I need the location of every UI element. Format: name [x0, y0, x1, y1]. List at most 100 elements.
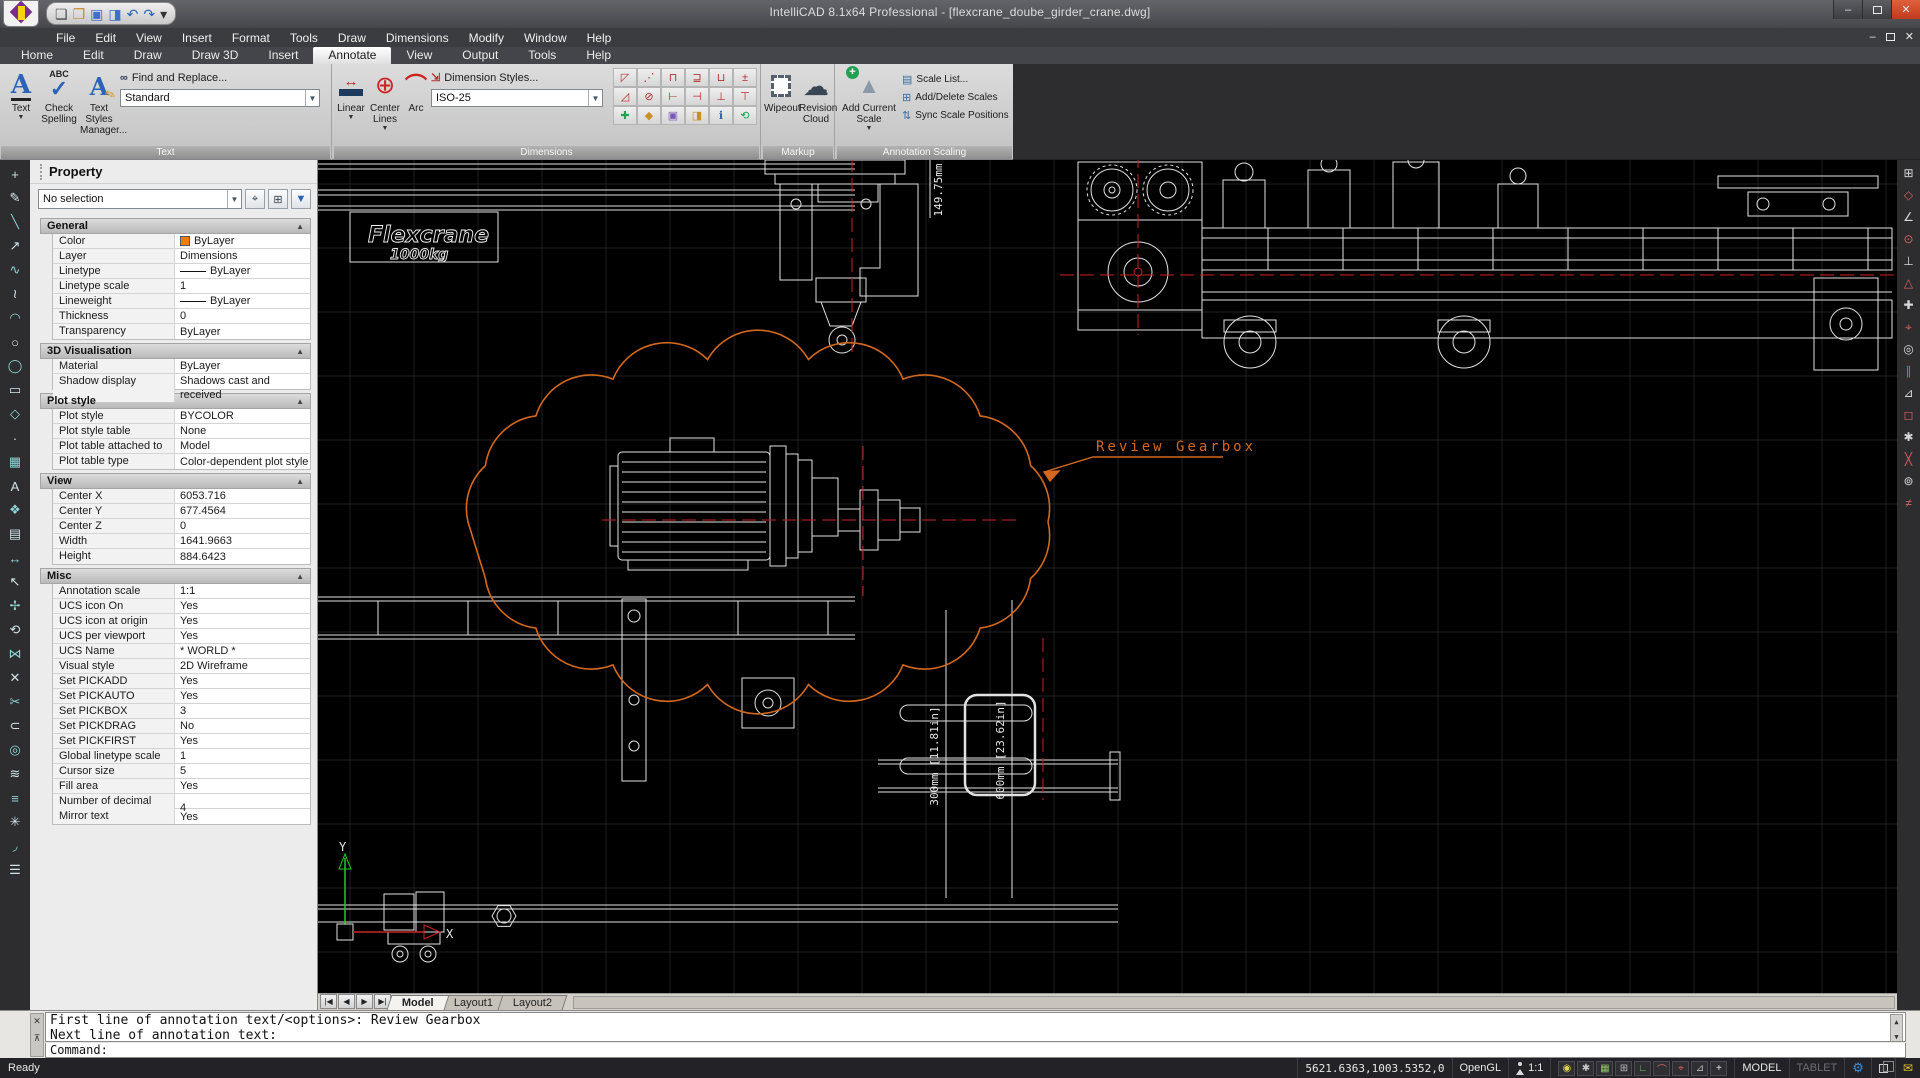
property-value[interactable]: 0	[175, 519, 310, 533]
prev-layout-button[interactable]: ◀	[338, 994, 355, 1009]
hatch-tool-icon[interactable]: ▦	[3, 450, 27, 474]
scroll-up-icon[interactable]: ▲	[1891, 1015, 1902, 1030]
ribbon-tab-draw[interactable]: Draw	[119, 47, 177, 64]
revision-cloud-button[interactable]: ☁RevisionCloud	[799, 67, 833, 145]
mdi-minimize-button[interactable]: –	[1870, 31, 1876, 43]
panel-grip-icon[interactable]	[40, 164, 43, 180]
property-value[interactable]: BYCOLOR	[175, 409, 310, 423]
annotation-scale-display[interactable]: 1:1	[1508, 1058, 1550, 1078]
text-button[interactable]: AText▼	[4, 67, 38, 145]
model-space-toggle[interactable]: MODEL	[1734, 1058, 1788, 1078]
dim-tool-angular[interactable]: ◿	[613, 87, 637, 106]
dimension-style-combo[interactable]: ISO-25 ▼	[431, 89, 603, 107]
sync-scale-positions-button[interactable]: ⇅Sync Scale Positions	[902, 106, 1012, 124]
snap-toggle[interactable]: ▦	[1596, 1061, 1613, 1076]
snap-node-icon[interactable]: ◎	[1899, 338, 1919, 360]
snap-plus-icon[interactable]: ✚	[1899, 294, 1919, 316]
dim-tool-baseline[interactable]: ⊓	[661, 68, 685, 87]
ortho-toggle[interactable]: ∟	[1634, 1061, 1651, 1076]
text-styles-manager-button[interactable]: A✎Text StylesManager...	[80, 67, 118, 145]
polyline-tool-icon[interactable]: ∿	[3, 258, 27, 282]
tablet-toggle[interactable]: TABLET	[1789, 1058, 1845, 1078]
dimension-tool-icon[interactable]: ↔	[3, 546, 27, 570]
mail-button[interactable]: ✉	[1895, 1058, 1920, 1078]
wipeout-button[interactable]: Wipeout	[764, 67, 798, 145]
pointer-tool-icon[interactable]: +	[3, 162, 27, 186]
line-tool-icon[interactable]: ╲	[3, 210, 27, 234]
property-value[interactable]: 5	[175, 764, 310, 778]
mdi-close-button[interactable]: ✕	[1905, 30, 1914, 43]
property-panel-header[interactable]: Property	[30, 160, 317, 184]
renderer-display[interactable]: OpenGL	[1452, 1058, 1509, 1078]
snap-midpoint-icon[interactable]: ◇	[1899, 184, 1919, 206]
snap-center-icon[interactable]: ⊙	[1899, 228, 1919, 250]
text-tool-icon[interactable]: A	[3, 474, 27, 498]
property-value[interactable]: Yes	[175, 734, 310, 748]
property-value[interactable]: Yes	[175, 674, 310, 688]
ribbon-tab-view[interactable]: View	[391, 47, 447, 64]
property-value[interactable]: Yes	[175, 689, 310, 703]
scroll-down-icon[interactable]: ▼	[1891, 1030, 1902, 1042]
scale-list-button[interactable]: ▤Scale List...	[902, 70, 1012, 88]
ribbon-tab-home[interactable]: Home	[6, 47, 68, 64]
coordinates-display[interactable]: 5621.6363,1003.5352,0	[1297, 1058, 1451, 1078]
polar-tracking-toggle[interactable]: ⌒	[1653, 1061, 1670, 1076]
property-value[interactable]: ByLayer	[175, 234, 310, 248]
ellipse-tool-icon[interactable]: ◯	[3, 354, 27, 378]
command-scrollbar[interactable]: ▲▼	[1890, 1014, 1903, 1042]
move-tool-icon[interactable]: ✢	[3, 594, 27, 618]
clean-screen-button[interactable]	[1871, 1058, 1895, 1078]
quick-select-button[interactable]: ⊞	[268, 189, 288, 209]
rectangle-tool-icon[interactable]: ▭	[3, 378, 27, 402]
menu-item-draw[interactable]: Draw	[328, 30, 376, 46]
property-value[interactable]: Color-dependent plot style	[175, 454, 310, 469]
ribbon-tab-annotate[interactable]: Annotate	[313, 47, 391, 64]
menu-item-dimensions[interactable]: Dimensions	[376, 30, 459, 46]
property-value[interactable]: Yes	[175, 629, 310, 643]
drawing-canvas[interactable]: Flexcrane 1000kg 149.75mm 300mm [11.81in…	[318, 160, 1897, 993]
select-entities-button[interactable]: ⌖	[245, 189, 265, 209]
section-header[interactable]: View▲	[40, 473, 311, 489]
property-value[interactable]: Yes	[175, 614, 310, 628]
trim-tool-icon[interactable]: ✂	[3, 690, 27, 714]
rotate-tool-icon[interactable]: ⟲	[3, 618, 27, 642]
dim-tool-edit-text[interactable]: ▣	[661, 106, 685, 125]
ray-tool-icon[interactable]: ↗	[3, 234, 27, 258]
snap-parallel-icon[interactable]: ∥	[1899, 360, 1919, 382]
menu-item-insert[interactable]: Insert	[172, 30, 222, 46]
menu-item-view[interactable]: View	[126, 30, 172, 46]
menu-item-file[interactable]: File	[46, 30, 85, 46]
pan-tool-icon[interactable]: ≋	[3, 762, 27, 786]
ribbon-tab-draw-3d[interactable]: Draw 3D	[177, 47, 254, 64]
ribbon-tab-insert[interactable]: Insert	[253, 47, 313, 64]
section-header[interactable]: General▲	[40, 218, 311, 234]
dim-tool-jogged[interactable]: ⊣	[685, 87, 709, 106]
layout-tab-layout2[interactable]: Layout2	[498, 995, 568, 1010]
offset-tool-icon[interactable]: ⊂	[3, 714, 27, 738]
menu-item-help[interactable]: Help	[577, 30, 622, 46]
ribbon-tab-edit[interactable]: Edit	[68, 47, 119, 64]
property-value[interactable]: ByLayer	[175, 324, 310, 339]
property-value[interactable]: Dimensions	[175, 249, 310, 263]
snap-aperture-icon[interactable]: ⌖	[1899, 316, 1919, 338]
property-value[interactable]: 6053.716	[175, 489, 310, 503]
filter-button[interactable]: ▼	[291, 189, 311, 209]
ribbon-tab-output[interactable]: Output	[447, 47, 513, 64]
snap-intersection-icon[interactable]: ✱	[1899, 426, 1919, 448]
property-value[interactable]: 2D Wireframe	[175, 659, 310, 673]
snap-nearest-icon[interactable]: ⊿	[1899, 382, 1919, 404]
polygon-tool-icon[interactable]: ◇	[3, 402, 27, 426]
fillet-tool-icon[interactable]: ◞	[3, 834, 27, 858]
properties-tool-icon[interactable]: ☰	[3, 858, 27, 882]
add-delete-scales-button[interactable]: ⊞Add/Delete Scales	[902, 88, 1012, 106]
property-value[interactable]: 1	[175, 279, 310, 293]
snap-insert-icon[interactable]: ⊚	[1899, 470, 1919, 492]
settings-button[interactable]: ⚙	[1844, 1058, 1871, 1078]
zoom-tool-icon[interactable]: ◎	[3, 738, 27, 762]
dim-tool-edit[interactable]: ◆	[637, 106, 661, 125]
property-value[interactable]: 1:1	[175, 584, 310, 598]
ribbon-tab-tools[interactable]: Tools	[513, 47, 571, 64]
mdi-restore-button[interactable]	[1886, 33, 1895, 41]
dimension-styles-button[interactable]: ⇲ Dimension Styles...	[431, 69, 609, 86]
sketch-tool-icon[interactable]: ✎	[3, 186, 27, 210]
